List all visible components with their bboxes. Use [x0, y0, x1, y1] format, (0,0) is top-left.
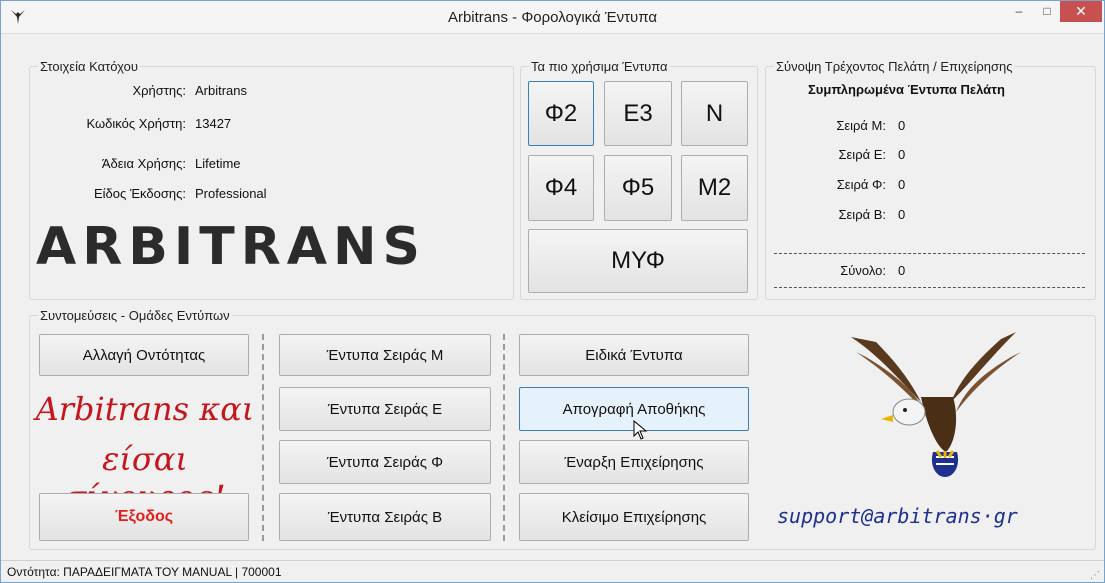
series-m-value: 0 — [898, 118, 906, 133]
business-start-button[interactable]: Έναρξη Επιχείρησης — [519, 440, 749, 484]
business-close-button[interactable]: Κλείσιμο Επιχείρησης — [519, 493, 749, 541]
maximize-button[interactable]: □ — [1033, 1, 1061, 22]
form-f4-button[interactable]: Φ4 — [528, 155, 594, 221]
special-forms-button[interactable]: Ειδικά Έντυπα — [519, 334, 749, 376]
form-e3-button[interactable]: Ε3 — [604, 81, 672, 146]
total-value: 0 — [898, 263, 906, 278]
resize-grip-icon[interactable]: ⋰ — [1090, 570, 1100, 581]
client-summary-group-label: Σύνοψη Τρέχοντος Πελάτη / Επιχείρησης — [774, 59, 1015, 74]
main-window: Arbitrans - Φορολογικά Έντυπα – □ ✕ Στοι… — [0, 0, 1105, 583]
edition-value: Professional — [195, 186, 267, 201]
status-entity-text: Οντότητα: ΠΑΡΑΔΕΙΓΜΑΤΑ ΤΟΥ MANUAL | 7000… — [7, 565, 282, 579]
summary-divider-bottom — [774, 287, 1085, 288]
window-title: Arbitrans - Φορολογικά Έντυπα — [447, 9, 658, 26]
series-b-forms-button[interactable]: Έντυπα Σειράς Β — [279, 493, 491, 541]
change-identity-button[interactable]: Αλλαγή Οντότητας — [39, 334, 249, 376]
exit-button[interactable]: Έξοδος — [39, 493, 249, 541]
form-m2-button[interactable]: Μ2 — [681, 155, 748, 221]
shortcuts-separator-2 — [503, 334, 505, 541]
user-code-label: Κωδικός Χρήστη: — [86, 116, 186, 131]
completed-forms-header: Συμπληρωμένα Έντυπα Πελάτη — [808, 82, 1005, 97]
eagle-emblem-icon — [851, 332, 1021, 477]
shortcuts-separator-1 — [262, 334, 264, 541]
license-value: Lifetime — [195, 156, 241, 171]
mouse-cursor-icon — [633, 420, 648, 440]
user-code-value: 13427 — [195, 116, 232, 131]
series-e-label: Σειρά Ε: — [838, 147, 886, 162]
form-f2-button[interactable]: Φ2 — [528, 81, 594, 146]
form-n-button[interactable]: Ν — [681, 81, 748, 146]
series-f-label: Σειρά Φ: — [836, 177, 886, 192]
form-myf-button[interactable]: ΜΥΦ — [528, 229, 748, 293]
shortcuts-group-label: Συντομεύσεις - Ομάδες Εντύπων — [38, 308, 232, 323]
client-summary-group: Σύνοψη Τρέχοντος Πελάτη / Επιχείρησης — [765, 59, 1096, 300]
status-bar: Οντότητα: ΠΑΡΑΔΕΙΓΜΑΤΑ ΤΟΥ MANUAL | 7000… — [1, 560, 1104, 582]
series-f-forms-button[interactable]: Έντυπα Σειράς Φ — [279, 440, 491, 484]
user-label: Χρήστης: — [132, 83, 186, 98]
series-f-value: 0 — [898, 177, 906, 192]
summary-divider-top — [774, 253, 1085, 254]
owner-info-group-label: Στοιχεία Κατόχου — [38, 59, 140, 74]
slogan-line-1: Arbitrans και — [35, 390, 255, 428]
minimize-button[interactable]: – — [1005, 1, 1033, 22]
title-bar[interactable]: Arbitrans - Φορολογικά Έντυπα – □ ✕ — [1, 1, 1104, 34]
series-b-label: Σειρά Β: — [838, 207, 886, 222]
total-label: Σύνολο: — [840, 263, 886, 278]
series-m-forms-button[interactable]: Έντυπα Σειράς Μ — [279, 334, 491, 376]
arbitrans-logo: ARBITRANS — [36, 217, 426, 277]
edition-label: Είδος Έκδοσης: — [93, 186, 186, 201]
support-email-link[interactable]: support@arbitrans·gr — [777, 504, 1018, 528]
series-e-value: 0 — [898, 147, 906, 162]
close-button[interactable]: ✕ — [1060, 1, 1102, 22]
series-b-value: 0 — [898, 207, 906, 222]
useful-forms-group-label: Τα πιο χρήσιμα Έντυπα — [529, 59, 670, 74]
series-m-label: Σειρά Μ: — [836, 118, 886, 133]
form-f5-button[interactable]: Φ5 — [604, 155, 672, 221]
user-value: Arbitrans — [195, 83, 248, 98]
series-e-forms-button[interactable]: Έντυπα Σειράς Ε — [279, 387, 491, 431]
owner-info-group: Στοιχεία Κατόχου Χρήστης: Arbitrans Κωδι… — [29, 59, 514, 300]
license-label: Άδεια Χρήσης: — [101, 156, 186, 171]
